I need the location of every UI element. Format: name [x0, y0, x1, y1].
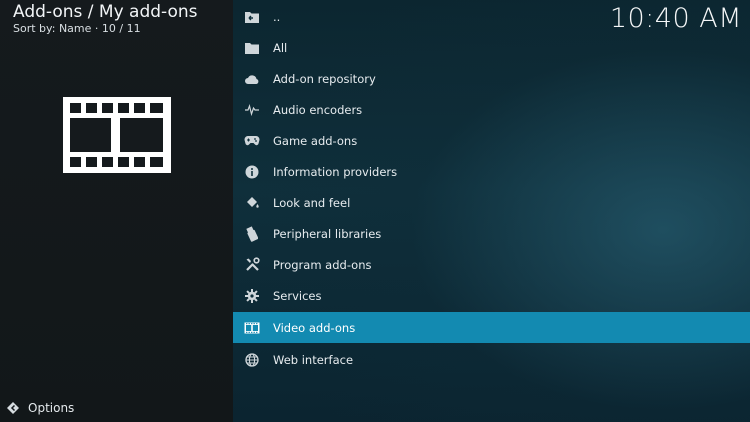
usb-icon	[243, 225, 261, 243]
options-arrow-icon	[6, 401, 20, 415]
list-item-services[interactable]: Services	[233, 280, 750, 311]
waveform-icon	[243, 101, 261, 119]
list-item-all[interactable]: All	[233, 32, 750, 63]
sort-info: Sort by: Name · 10 / 11	[13, 22, 141, 35]
film-strip-icon	[62, 96, 172, 174]
list-item-label: Video add-ons	[273, 320, 356, 335]
list-item-audio-encoders[interactable]: Audio encoders	[233, 94, 750, 125]
list-item-addon-repository[interactable]: Add-on repository	[233, 63, 750, 94]
list-item-label: Information providers	[273, 164, 398, 179]
list-item-program-addons[interactable]: Program add-ons	[233, 249, 750, 280]
list-item-information-providers[interactable]: Information providers	[233, 156, 750, 187]
list-item-label: Web interface	[273, 352, 354, 367]
paint-bucket-icon	[243, 194, 261, 212]
left-info-panel	[0, 0, 233, 422]
list-item-label: Program add-ons	[273, 257, 372, 272]
list-item-label: Add-on repository	[273, 71, 376, 86]
kodi-addons-screen: Add-ons / My add-ons Sort by: Name · 10 …	[0, 0, 750, 422]
list-item-label: Game add-ons	[273, 133, 358, 148]
list-item-label: ..	[273, 9, 281, 24]
gamepad-icon	[243, 132, 261, 150]
list-item-label: All	[273, 40, 288, 55]
cloud-icon	[243, 70, 261, 88]
list-item-web-interface[interactable]: Web interface	[233, 344, 750, 375]
list-item-parent[interactable]: ..	[233, 1, 750, 32]
parent-folder-icon	[243, 8, 261, 26]
info-icon	[243, 163, 261, 181]
list-item-label: Audio encoders	[273, 102, 363, 117]
gear-icon	[243, 287, 261, 305]
list-item-label: Look and feel	[273, 195, 351, 210]
page-title: Add-ons / My add-ons	[13, 2, 198, 22]
folder-icon	[243, 39, 261, 57]
globe-icon	[243, 351, 261, 369]
options-label: Options	[28, 401, 75, 415]
list-item-look-and-feel[interactable]: Look and feel	[233, 187, 750, 218]
tools-icon	[243, 256, 261, 274]
list-item-video-addons[interactable]: Video add-ons	[233, 312, 750, 343]
list-item-game-addons[interactable]: Game add-ons	[233, 125, 750, 156]
options-button[interactable]: Options	[6, 399, 74, 417]
list-item-peripheral-libraries[interactable]: Peripheral libraries	[233, 218, 750, 249]
film-icon	[243, 319, 261, 337]
list-item-label: Peripheral libraries	[273, 226, 382, 241]
list-item-label: Services	[273, 288, 322, 303]
